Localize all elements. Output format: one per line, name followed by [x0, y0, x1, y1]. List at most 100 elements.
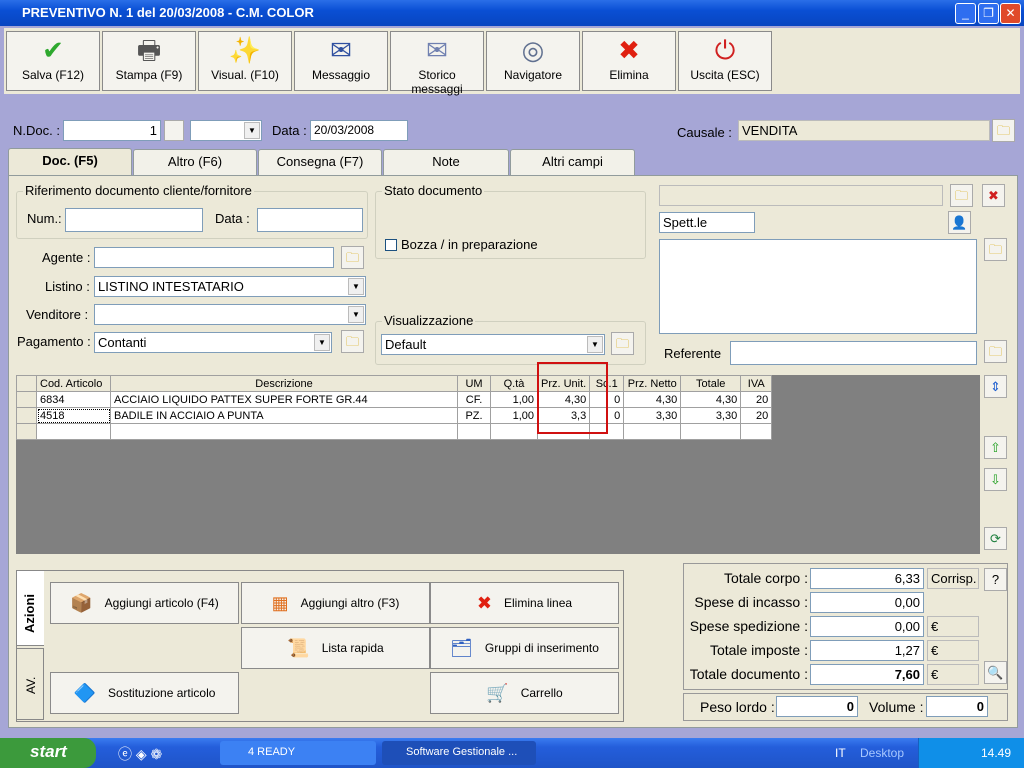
table-cell[interactable]: 20 — [740, 407, 773, 424]
visualizzazione-select[interactable]: Default ▼ — [381, 334, 605, 355]
column-header[interactable]: Totale — [680, 375, 742, 392]
tab-azioni[interactable]: Azioni — [16, 570, 44, 646]
table-row[interactable]: 4518 BADILE IN ACCIAIO A PUNTA PZ. 1,00 3,3 0… — [16, 407, 773, 424]
documento-value: 7,60 — [810, 664, 924, 685]
table-row[interactable]: 6834 ACCIAIO LIQUIDO PATTEX SUPER FORTE G… — [16, 391, 773, 408]
table-cell[interactable]: 1,00 — [490, 391, 538, 408]
toolbar-button-1[interactable]: 🖶 Stampa (F9) — [102, 31, 196, 91]
date-input[interactable]: 20/03/2008 — [310, 120, 408, 141]
action-button-4[interactable]: 🗂 Gruppi di inserimento — [430, 627, 619, 669]
table-cell[interactable]: ACCIAIO LIQUIDO PATTEX SUPER FORTE GR.44 — [110, 391, 458, 408]
toolbar-button-5[interactable]: ◎ Navigatore — [486, 31, 580, 91]
pagamento-folder-icon[interactable]: 🗀 — [341, 330, 364, 353]
column-header[interactable]: Q.tà — [490, 375, 538, 392]
address-folder-icon[interactable]: 🗀 — [984, 238, 1007, 261]
agente-folder-icon[interactable]: 🗀 — [341, 246, 364, 269]
column-header[interactable]: Descrizione — [110, 375, 458, 392]
tab-consegna[interactable]: Consegna (F7) — [258, 149, 382, 175]
action-button-3[interactable]: 📜 Lista rapida — [241, 627, 430, 669]
table-cell[interactable] — [36, 423, 111, 440]
close-button[interactable]: ✕ — [1000, 3, 1021, 24]
ref-date-input[interactable] — [257, 208, 363, 232]
listino-select[interactable]: LISTINO INTESTATARIO ▼ — [94, 276, 366, 297]
visualizzazione-folder-icon[interactable]: 🗀 — [611, 332, 634, 355]
action-button-1[interactable]: ▦ Aggiungi altro (F3) — [241, 582, 430, 624]
toolbar-button-7[interactable]: ⏻ Uscita (ESC) — [678, 31, 772, 91]
row-selector[interactable] — [16, 407, 37, 424]
sort-updown-icon[interactable]: ⇕ — [984, 375, 1007, 398]
table-cell[interactable] — [110, 423, 458, 440]
table-cell[interactable]: 3,30 — [680, 407, 742, 424]
arrow-up-icon[interactable]: ⇧ — [984, 436, 1007, 459]
table-cell[interactable]: 1,00 — [490, 407, 538, 424]
referente-input[interactable] — [730, 341, 977, 365]
cliente-remove-icon[interactable]: ✖ — [982, 184, 1005, 207]
agente-input[interactable] — [94, 247, 334, 268]
toolbar-button-4[interactable]: ✉ Storico messaggi — [390, 31, 484, 96]
tab-altri-campi[interactable]: Altri campi — [510, 149, 635, 175]
table-cell[interactable]: PZ. — [457, 407, 491, 424]
table-row[interactable] — [16, 423, 773, 440]
table-cell[interactable]: 4,30 — [680, 391, 742, 408]
num-input[interactable] — [65, 208, 203, 232]
language-indicator[interactable]: IT — [835, 746, 846, 760]
table-cell[interactable] — [680, 423, 742, 440]
toolbar-button-2[interactable]: ✨ Visual. (F10) — [198, 31, 292, 91]
table-cell[interactable] — [490, 423, 538, 440]
table-cell[interactable]: CF. — [457, 391, 491, 408]
volume-input[interactable]: 0 — [926, 696, 988, 717]
row-selector[interactable] — [16, 423, 37, 440]
table-cell[interactable]: BADILE IN ACCIAIO A PUNTA — [110, 407, 458, 424]
toolbar-button-6[interactable]: ✖ Elimina — [582, 31, 676, 91]
toolbar-button-3[interactable]: ✉ Messaggio — [294, 31, 388, 91]
cliente-address-textarea[interactable] — [659, 239, 977, 334]
cliente-name-input[interactable] — [659, 185, 943, 206]
action-button-6[interactable]: 🛒 Carrello — [430, 672, 619, 714]
row-selector[interactable] — [16, 391, 37, 408]
action-button-0[interactable]: 📦 Aggiungi articolo (F4) — [50, 582, 239, 624]
column-header[interactable]: Cod. Articolo — [36, 375, 111, 392]
minimize-button[interactable]: _ — [955, 3, 976, 24]
taskbar-item-gestionale[interactable]: Software Gestionale ... — [382, 741, 536, 765]
desktop-toolbar[interactable]: Desktop — [860, 746, 904, 760]
ndoc-series-select[interactable]: ▼ — [190, 120, 262, 141]
action-button-5[interactable]: 🔷 Sostituzione articolo — [50, 672, 239, 714]
maximize-button[interactable]: ❐ — [978, 3, 999, 24]
ndoc-button[interactable] — [164, 120, 184, 141]
table-cell[interactable] — [623, 423, 682, 440]
refresh-icon[interactable]: ⟳ — [984, 527, 1007, 550]
venditore-select[interactable]: ▼ — [94, 304, 366, 325]
column-header[interactable]: Prz. Netto — [623, 375, 682, 392]
table-cell[interactable]: 6834 — [36, 391, 111, 408]
tab-av[interactable]: AV. — [16, 648, 44, 720]
quicklaunch-icons[interactable]: ⓔ ◈ ❁ — [118, 744, 162, 764]
ndoc-input[interactable]: 1 — [63, 120, 161, 141]
arrow-down-icon[interactable]: ⇩ — [984, 468, 1007, 491]
folder-icon[interactable]: 🗀 — [992, 119, 1015, 142]
start-button[interactable]: start — [0, 738, 96, 768]
causale-input[interactable]: VENDITA — [738, 120, 990, 141]
tab-altro[interactable]: Altro (F6) — [133, 149, 257, 175]
column-header[interactable]: IVA — [740, 375, 773, 392]
action-button-2[interactable]: ✖ Elimina linea — [430, 582, 619, 624]
tab-doc[interactable]: Doc. (F5) — [8, 148, 132, 176]
salutation-input[interactable]: Spett.le — [659, 212, 755, 233]
help-button[interactable]: ? — [984, 568, 1007, 591]
taskbar-item-ready[interactable]: 4 READY — [220, 741, 376, 765]
referente-folder-icon[interactable]: 🗀 — [984, 340, 1007, 363]
table-cell[interactable]: 4518 — [36, 407, 111, 424]
column-header[interactable]: UM — [457, 375, 491, 392]
table-cell[interactable]: 20 — [740, 391, 773, 408]
tab-note[interactable]: Note — [383, 149, 509, 175]
toolbar-button-0[interactable]: ✔ Salva (F12) — [6, 31, 100, 91]
table-cell[interactable] — [457, 423, 491, 440]
cliente-search-icon[interactable]: 👤 — [948, 211, 971, 234]
cliente-folder-icon[interactable]: 🗀 — [950, 184, 973, 207]
peso-input[interactable]: 0 — [776, 696, 858, 717]
table-cell[interactable]: 3,30 — [623, 407, 682, 424]
table-cell[interactable] — [740, 423, 773, 440]
bozza-checkbox[interactable] — [385, 239, 397, 251]
table-cell[interactable]: 4,30 — [623, 391, 682, 408]
pagamento-select[interactable]: Contanti ▼ — [94, 332, 332, 353]
zoom-in-icon[interactable]: 🔍 — [984, 661, 1007, 684]
